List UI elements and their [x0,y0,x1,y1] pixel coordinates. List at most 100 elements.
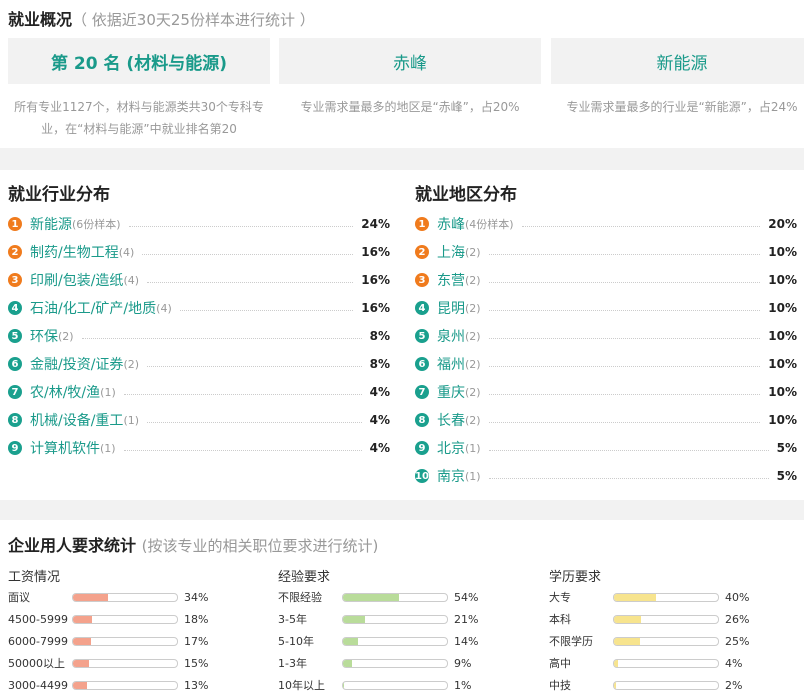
dotted-leader [147,365,362,367]
region-pct: 10% [768,273,797,287]
experience-stats-heading: 经验要求 [278,570,331,585]
progress-fill [73,593,109,601]
section-divider [0,148,804,170]
progress-fill [343,637,358,645]
row-label: 不限学历 [549,635,593,648]
row-pct: 14% [454,634,479,648]
industry-item[interactable]: 7 农/林/牧/渔 (1) 4% [8,378,390,406]
region-item[interactable]: 6 福州 (2) 10% [415,350,797,378]
region-name-link[interactable]: 泉州 [437,326,465,346]
industry-name-link[interactable]: 新能源 [30,214,72,234]
industry-name-link[interactable]: 制药/生物工程 [30,242,119,262]
industry-pct: 16% [361,301,390,315]
industry-item[interactable]: 5 环保 (2) 8% [8,322,390,350]
industry-pct: 8% [369,357,390,371]
progress-fill [73,681,87,689]
industry-name-link[interactable]: 石油/化工/矿产/地质 [30,298,156,318]
industry-item[interactable]: 4 石油/化工/矿产/地质 (4) 16% [8,294,390,322]
education-row: 中技 2% [549,674,799,696]
dotted-leader [488,449,769,451]
row-label: 大专 [549,591,571,604]
dotted-leader [147,281,354,283]
region-item[interactable]: 3 东营 (2) 10% [415,266,797,294]
region-pct: 5% [776,441,797,455]
progress-fill [614,593,656,601]
dotted-leader [128,225,354,227]
region-name-link[interactable]: 昆明 [437,298,465,318]
industry-item[interactable]: 1 新能源 (6份样本) 24% [8,210,390,238]
rank-badge: 2 [415,245,429,259]
region-name-link[interactable]: 重庆 [437,382,465,402]
dotted-leader [488,337,761,339]
industry-name-link[interactable]: 环保 [30,326,58,346]
industry-item[interactable]: 8 机械/设备/重工 (1) 4% [8,406,390,434]
dotted-leader [147,421,362,423]
dotted-leader [142,253,354,255]
row-label: 50000以上 [8,657,65,670]
region-pct: 10% [768,357,797,371]
progress-fill [614,637,640,645]
dotted-leader [488,393,761,395]
region-item[interactable]: 2 上海 (2) 10% [415,238,797,266]
industry-name-link[interactable]: 机械/设备/重工 [30,410,123,430]
row-pct: 13% [184,678,209,692]
salary-row: 50000以上 15% [8,652,258,674]
region-item[interactable]: 4 昆明 (2) 10% [415,294,797,322]
region-pct: 10% [768,245,797,259]
dotted-leader [488,309,761,311]
sample-count: (2) [465,245,481,259]
education-stats-heading: 学历要求 [549,570,602,585]
region-pct: 20% [768,217,797,231]
top-region-card: 赤峰 [279,38,541,84]
row-label: 5-10年 [278,635,314,648]
region-item[interactable]: 7 重庆 (2) 10% [415,378,797,406]
sample-count: (4) [118,245,135,259]
industry-name-link[interactable]: 计算机软件 [30,438,100,458]
requirements-heading: 企业用人要求统计 [8,536,137,555]
rank-badge: 3 [8,273,22,287]
region-name-link[interactable]: 南京 [437,466,465,486]
education-row: 大专 40% [549,586,799,608]
region-item[interactable]: 8 长春 (2) 10% [415,406,797,434]
region-name-link[interactable]: 赤峰 [437,214,465,234]
region-list: 1 赤峰 (4份样本) 20% 2 上海 (2) 10% 3 东营 (2) 10% 4 昆明 (2) 1… [415,210,797,490]
row-label: 3-5年 [278,613,307,626]
industry-pct: 4% [369,413,390,427]
region-pct: 10% [768,301,797,315]
industry-item[interactable]: 6 金融/投资/证券 (2) 8% [8,350,390,378]
region-name-link[interactable]: 北京 [437,438,465,458]
region-item[interactable]: 1 赤峰 (4份样本) 20% [415,210,797,238]
sample-count: (1) [100,385,116,399]
region-name-link[interactable]: 福州 [437,354,465,374]
industry-item[interactable]: 3 印刷/包装/造纸 (4) 16% [8,266,390,294]
region-item[interactable]: 9 北京 (1) 5% [415,434,797,462]
rank-card: 第 20 名 (材料与能源) [8,38,270,84]
sample-count: (2) [465,413,481,427]
industry-item[interactable]: 2 制药/生物工程 (4) 16% [8,238,390,266]
industry-name-link[interactable]: 印刷/包装/造纸 [30,270,123,290]
progress-bar [613,614,719,624]
row-pct: 18% [184,612,209,626]
requirements-title: 企业用人要求统计 (按该专业的相关职位要求进行统计) [8,532,378,556]
rank-badge: 9 [415,441,429,455]
rank-badge: 5 [8,329,22,343]
rank-badge: 7 [8,385,22,399]
experience-row: 5-10年 14% [278,630,528,652]
region-item[interactable]: 10 南京 (1) 5% [415,462,797,490]
industry-pct: 4% [369,441,390,455]
region-name-link[interactable]: 长春 [437,410,465,430]
progress-bar [342,592,448,602]
region-name-link[interactable]: 上海 [437,242,465,262]
sample-count: (2) [465,273,481,287]
rank-badge: 4 [415,301,429,315]
overview-subtitle: （ 依据近30天25份样本进行统计 ） [72,11,315,29]
salary-row: 面议 34% [8,586,258,608]
row-pct: 34% [184,590,209,604]
industry-item[interactable]: 9 计算机软件 (1) 4% [8,434,390,462]
industry-name-link[interactable]: 农/林/牧/渔 [30,382,100,402]
region-item[interactable]: 5 泉州 (2) 10% [415,322,797,350]
industry-pct: 8% [369,329,390,343]
progress-fill [73,659,89,667]
region-name-link[interactable]: 东营 [437,270,465,290]
industry-name-link[interactable]: 金融/投资/证券 [30,354,123,374]
